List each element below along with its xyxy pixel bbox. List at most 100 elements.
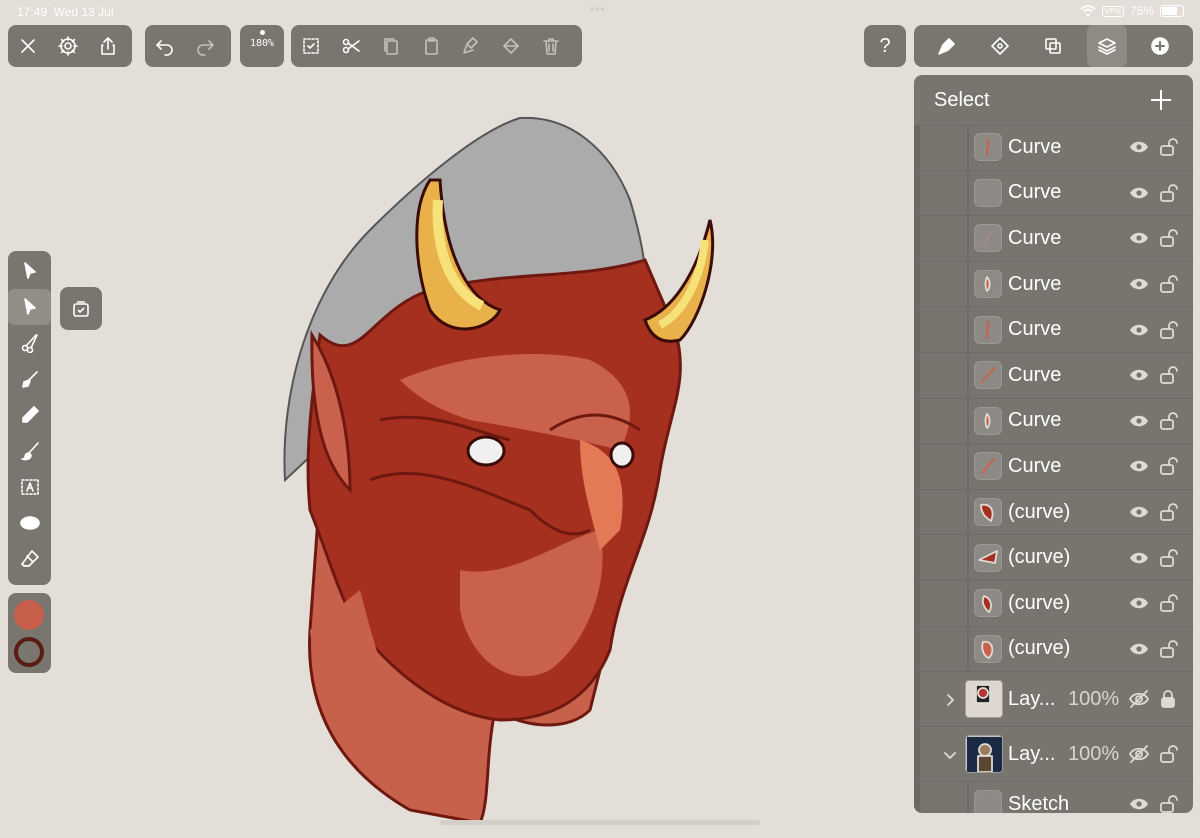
lock-open-icon[interactable] (1158, 502, 1178, 522)
tool-options-popover[interactable] (60, 287, 102, 330)
move-tool[interactable] (8, 253, 51, 289)
lock-open-icon[interactable] (1158, 365, 1178, 385)
boolean-button[interactable] (1033, 25, 1073, 67)
fill-button[interactable] (491, 25, 531, 67)
home-indicator[interactable] (440, 820, 760, 825)
layer-row[interactable]: Curve (914, 125, 1193, 171)
brush-settings-button[interactable] (927, 25, 967, 67)
visibility-eye-icon[interactable] (1128, 364, 1150, 386)
stroke-color-swatch[interactable] (14, 637, 44, 667)
close-button[interactable] (8, 25, 48, 67)
layer-thumbnail (974, 543, 1002, 572)
layer-row[interactable]: Curve (914, 216, 1193, 262)
lock-open-icon[interactable] (1158, 548, 1178, 568)
visibility-eye-icon[interactable] (1128, 227, 1150, 249)
select-all-button[interactable] (291, 25, 331, 67)
lock-open-icon[interactable] (1158, 320, 1178, 340)
fill-color-swatch[interactable] (14, 600, 44, 630)
lock-open-icon[interactable] (1158, 639, 1178, 659)
chevron-down-icon[interactable] (944, 748, 956, 760)
settings-icon (58, 36, 78, 56)
layer-opacity[interactable]: 100% (1068, 743, 1119, 766)
lock-open-icon[interactable] (1158, 411, 1178, 431)
indent-line (967, 489, 969, 535)
lock-closed-icon[interactable] (1158, 689, 1178, 709)
layer-row[interactable]: (curve) (914, 580, 1193, 627)
visibility-eye-icon[interactable] (1128, 319, 1150, 341)
layer-row[interactable]: Curve (914, 307, 1193, 353)
visibility-eye-icon[interactable] (1128, 455, 1150, 477)
lock-open-icon[interactable] (1158, 744, 1178, 764)
visibility-eye-icon[interactable] (1128, 638, 1150, 660)
visibility-eye-icon[interactable] (1128, 501, 1150, 523)
visibility-off-icon[interactable] (1128, 688, 1150, 710)
visibility-off-icon[interactable] (1128, 743, 1150, 765)
cut-button[interactable] (331, 25, 371, 67)
layer-row[interactable]: Curve (914, 170, 1193, 217)
paste-style-button[interactable] (451, 25, 491, 67)
paste-button[interactable] (411, 25, 451, 67)
layer-row[interactable]: (curve) (914, 626, 1193, 673)
panel-title[interactable]: Select (934, 89, 990, 112)
lock-open-icon[interactable] (1158, 137, 1178, 157)
boolean-icon (1045, 38, 1062, 54)
lock-open-icon[interactable] (1158, 593, 1178, 613)
layer-row[interactable]: Curve (914, 398, 1193, 445)
help-button[interactable]: ? (864, 25, 906, 67)
layer-thumbnail (974, 224, 1002, 253)
share-button[interactable] (88, 25, 128, 67)
redo-button[interactable] (185, 25, 225, 67)
copy-icon (384, 38, 398, 55)
add-layer-icon[interactable] (1149, 88, 1173, 112)
layers-button[interactable] (1086, 25, 1127, 67)
visibility-eye-icon[interactable] (1128, 547, 1150, 569)
visibility-eye-icon[interactable] (1128, 136, 1150, 158)
add-button[interactable] (1140, 25, 1180, 67)
select-arrow-icon (23, 262, 36, 279)
visibility-eye-icon[interactable] (1128, 592, 1150, 614)
layer-thumbnail (974, 589, 1002, 618)
chevron-right-icon[interactable] (944, 693, 956, 707)
layer-row[interactable]: Curve (914, 352, 1193, 399)
layer-name: Curve (1008, 226, 1062, 249)
lock-open-icon[interactable] (1158, 183, 1178, 203)
copy-button[interactable] (371, 25, 411, 67)
multitasking-dots[interactable]: ••• (590, 2, 606, 16)
lock-open-icon[interactable] (1158, 274, 1178, 294)
delete-button[interactable] (531, 25, 571, 67)
layer-list: Curve Curve Curve Curve Curve Curve Curve Curve… (914, 125, 1193, 813)
layer-row[interactable]: (curve) (914, 535, 1193, 581)
drawing-canvas[interactable] (250, 110, 770, 833)
visibility-eye-icon[interactable] (1128, 273, 1150, 295)
node-tool[interactable] (8, 289, 51, 325)
layer-name: Curve (1008, 181, 1062, 204)
eraser-tool[interactable] (8, 541, 51, 577)
layer-row-sketch[interactable]: Sketch (914, 782, 1193, 813)
visibility-eye-icon[interactable] (1128, 793, 1150, 813)
zoom-dot (259, 30, 265, 35)
settings-button[interactable] (48, 25, 88, 67)
brush-tool[interactable] (8, 433, 51, 469)
layer-group-row[interactable]: Lay... 100% (914, 672, 1193, 728)
layer-opacity[interactable]: 100% (1068, 688, 1119, 711)
shape-tool[interactable] (8, 505, 51, 541)
lock-open-icon[interactable] (1158, 794, 1178, 813)
devil-illustration (283, 116, 715, 825)
layer-row[interactable]: Curve (914, 261, 1193, 308)
lock-open-icon[interactable] (1158, 228, 1178, 248)
pen-tool[interactable] (8, 361, 51, 397)
scissors-tool[interactable] (8, 325, 51, 361)
snapping-button[interactable] (980, 25, 1020, 67)
visibility-eye-icon[interactable] (1128, 410, 1150, 432)
layer-group-row[interactable]: Lay... 100% (914, 727, 1193, 783)
layer-row[interactable]: Curve (914, 444, 1193, 490)
undo-button[interactable] (145, 25, 185, 67)
lock-open-icon[interactable] (1158, 456, 1178, 476)
layer-row[interactable]: (curve) (914, 489, 1193, 536)
zoom-level: 180% (249, 38, 275, 49)
pencil-tool[interactable] (8, 397, 51, 433)
file-toolbar (8, 25, 132, 67)
visibility-eye-icon[interactable] (1128, 182, 1150, 204)
zoom-indicator[interactable]: 180% (240, 25, 284, 67)
text-tool[interactable] (8, 469, 51, 505)
